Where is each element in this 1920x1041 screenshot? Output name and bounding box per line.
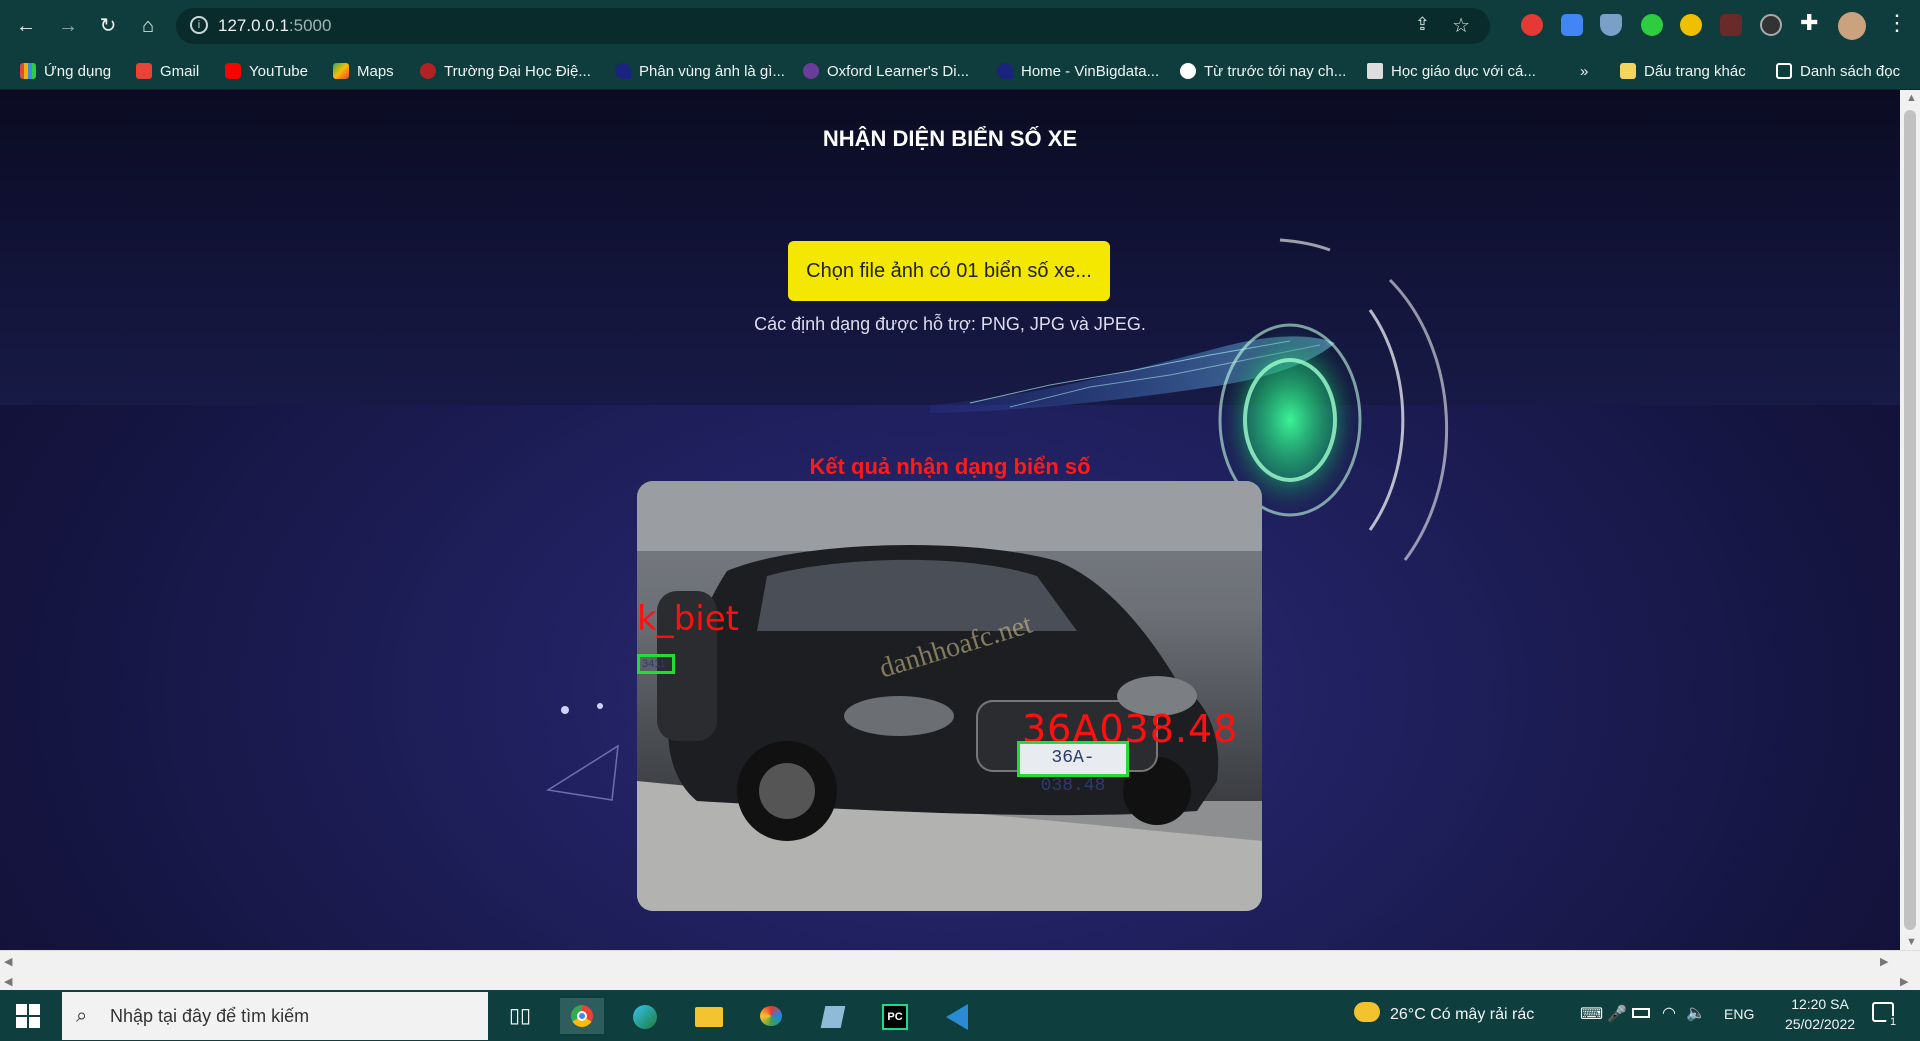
scroll-left-arrow-icon[interactable]: ◀ <box>4 955 12 968</box>
vscode-taskbar-icon[interactable] <box>934 998 978 1034</box>
extension-dark-red-icon[interactable] <box>1720 14 1742 36</box>
site-info-icon[interactable]: i <box>190 16 208 34</box>
paint-taskbar-icon[interactable] <box>748 998 792 1034</box>
chrome-taskbar-icon[interactable] <box>560 998 604 1034</box>
notes-taskbar-icon[interactable] <box>810 998 854 1034</box>
battery-icon[interactable] <box>1632 1008 1650 1018</box>
extensions-puzzle-icon[interactable]: ✚ <box>1800 10 1818 36</box>
plate-detection-box-left: 3411 <box>637 654 675 674</box>
plate-detection-box-main: 36A-038.48 <box>1017 741 1129 796</box>
bookmarks-overflow-chevron[interactable]: » <box>1580 61 1588 81</box>
browser-toolbar: ← → ↻ ⌂ i 127.0.0.1:5000 ⇪ ☆ ✚ ⋮ <box>0 0 1920 52</box>
gmail-icon <box>136 63 152 79</box>
windows-taskbar: ⌕ Nhập tại đây để tìm kiếm ▯▯ PC 26°C Có… <box>0 990 1920 1041</box>
apps-grid-icon <box>20 63 36 79</box>
extension-yellow-icon[interactable] <box>1680 14 1702 36</box>
bookmark-university[interactable]: Trường Đại Học Điệ... <box>420 61 591 81</box>
scroll-down-arrow-icon[interactable]: ▼ <box>1906 936 1917 948</box>
network-status-icon[interactable]: ⌨ <box>1580 1004 1603 1024</box>
maps-icon <box>333 63 349 79</box>
extension-green-icon[interactable] <box>1641 14 1663 36</box>
pycharm-taskbar-icon[interactable]: PC <box>872 998 916 1034</box>
url-text: 127.0.0.1:5000 <box>218 16 332 35</box>
choose-image-file-button[interactable]: Chọn file ảnh có 01 biển số xe... <box>788 241 1110 301</box>
windows-start-icon[interactable] <box>16 1004 40 1028</box>
shield-extension-icon[interactable] <box>1600 14 1622 36</box>
bookmark-gmail[interactable]: Gmail <box>136 61 199 81</box>
forward-arrow-icon[interactable]: → <box>54 12 82 40</box>
search-icon: ⌕ <box>76 1005 88 1027</box>
page-title: NHẬN DIỆN BIỂN SỐ XE <box>822 126 1078 151</box>
detected-label-left: k_biet <box>637 599 739 639</box>
scroll-left-arrow-icon[interactable]: ◀ <box>4 975 12 988</box>
bookmark-oxford[interactable]: Oxford Learner's Di... <box>803 61 969 81</box>
oxford-icon <box>803 63 819 79</box>
bookmark-education[interactable]: Học giáo dục với cá... <box>1367 61 1536 81</box>
back-arrow-icon[interactable]: ← <box>12 12 40 40</box>
other-bookmarks-folder[interactable]: Dấu trang khác <box>1620 61 1746 81</box>
share-icon[interactable]: ⇪ <box>1415 14 1430 35</box>
menu-kebab-icon[interactable]: ⋮ <box>1886 10 1908 36</box>
clock-time[interactable]: 12:20 SA <box>1780 996 1860 1012</box>
bookmark-history[interactable]: Từ trước tới nay ch... <box>1180 61 1346 81</box>
scroll-right-arrow-icon[interactable]: ▶ <box>1900 975 1908 988</box>
bookmarks-bar: Ứng dụng Gmail YouTube Maps Trường Đại H… <box>0 52 1920 90</box>
bookmark-apps[interactable]: Ứng dụng <box>20 61 111 81</box>
address-bar[interactable]: i 127.0.0.1:5000 ⇪ ☆ <box>176 8 1490 44</box>
microphone-icon[interactable]: 🎤 <box>1607 1004 1627 1024</box>
scroll-up-arrow-icon[interactable]: ▲ <box>1906 92 1917 104</box>
clock-date[interactable]: 25/02/2022 <box>1780 1016 1860 1032</box>
system-tray: 26°C Có mây rải rác ⌨ 🎤 ◠ 🔈 ENG 12:20 SA… <box>1352 990 1912 1041</box>
bookmark-segmentation[interactable]: Phân vùng ảnh là gì... <box>615 61 785 81</box>
file-explorer-icon[interactable] <box>686 998 730 1034</box>
heart-icon <box>615 63 631 79</box>
reading-list[interactable]: Danh sách đọc <box>1776 61 1900 81</box>
triangle-sparkle-decoration <box>545 703 619 801</box>
edx-icon <box>1367 63 1383 79</box>
volume-icon[interactable]: 🔈 <box>1686 1003 1706 1023</box>
star-bookmark-icon[interactable]: ☆ <box>1452 13 1470 38</box>
scroll-right-arrow-icon[interactable]: ▶ <box>1880 955 1888 968</box>
task-view-icon[interactable]: ▯▯ <box>498 998 542 1034</box>
taskbar-search-box[interactable]: ⌕ Nhập tại đây để tìm kiếm <box>62 992 488 1040</box>
reading-list-icon <box>1776 63 1792 79</box>
reload-icon[interactable]: ↻ <box>94 12 122 40</box>
extension-circle-icon[interactable] <box>1760 14 1782 36</box>
supported-formats-text: Các định dạng được hỗ trợ: PNG, JPG và J… <box>754 314 1146 334</box>
search-placeholder: Nhập tại đây để tìm kiếm <box>110 1006 310 1026</box>
weather-text[interactable]: 26°C Có mây rải rác <box>1390 1006 1534 1024</box>
translate-icon[interactable] <box>1561 14 1583 36</box>
vertical-scroll-thumb[interactable] <box>1904 110 1916 930</box>
profile-avatar[interactable] <box>1838 12 1866 40</box>
folder-icon <box>1620 63 1636 79</box>
bookmark-youtube[interactable]: YouTube <box>225 61 308 81</box>
home-icon[interactable]: ⌂ <box>134 12 162 40</box>
page-content: NHẬN DIỆN BIỂN SỐ XE Chọn file ảnh có 01… <box>0 90 1900 950</box>
vertical-scrollbar[interactable]: ▲ ▼ <box>1900 90 1920 950</box>
horizontal-scrollbar[interactable]: ◀ ▶ ◀ ▶ <box>0 950 1920 990</box>
notification-count-badge: 1 <box>1886 1016 1900 1030</box>
university-icon <box>420 63 436 79</box>
globe-icon <box>1180 63 1196 79</box>
language-indicator[interactable]: ENG <box>1724 1006 1754 1022</box>
bookmark-vinbigdata[interactable]: Home - VinBigdata... <box>997 61 1159 81</box>
wifi-icon[interactable]: ◠ <box>1662 1003 1676 1023</box>
weather-cloud-sun-icon[interactable] <box>1354 1002 1380 1022</box>
youtube-icon <box>225 63 241 79</box>
car-photo <box>637 481 1262 911</box>
recognition-result-image: danhhoafc.net k_biet 3411 36A038.48 36A-… <box>637 481 1262 911</box>
extension-red-icon[interactable] <box>1521 14 1543 36</box>
heart-icon <box>997 63 1013 79</box>
result-title: Kết quả nhận dạng biển số <box>809 454 1091 479</box>
bookmark-maps[interactable]: Maps <box>333 61 394 81</box>
edge-taskbar-icon[interactable] <box>622 998 666 1034</box>
